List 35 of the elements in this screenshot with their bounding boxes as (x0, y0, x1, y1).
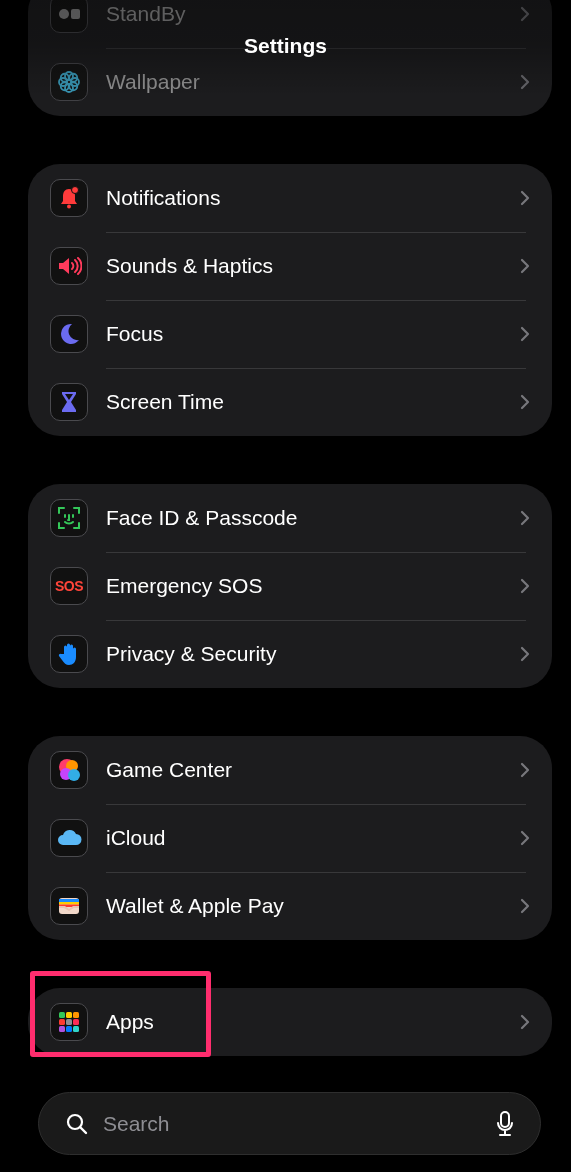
search-icon (65, 1111, 89, 1136)
chevron-icon (520, 898, 530, 914)
chevron-icon (520, 6, 530, 22)
sos-icon: SOS (54, 578, 84, 594)
search-bar[interactable]: Search (38, 1092, 541, 1155)
settings-item[interactable]: Apps (106, 1010, 502, 1034)
chevron-icon (520, 578, 530, 594)
chevron-icon (520, 190, 530, 206)
chevron-icon (520, 74, 530, 90)
settings-item[interactable]: Focus (106, 322, 502, 346)
settings-item[interactable]: iCloud (106, 826, 502, 850)
flower-icon (56, 69, 82, 95)
settings-item[interactable]: Notifications (106, 186, 502, 210)
search-field[interactable]: Search (101, 1110, 484, 1137)
bubbles-icon (56, 757, 82, 783)
chevron-icon (520, 830, 530, 846)
microphone-icon (496, 1110, 514, 1137)
settings-item[interactable]: Screen Time (106, 390, 502, 414)
chevron-icon (520, 326, 530, 342)
settings-item[interactable]: Sounds & Haptics (106, 254, 502, 278)
settings-item[interactable]: Privacy & Security (106, 642, 502, 666)
app-grid-icon (56, 1009, 82, 1035)
face-scan-icon (56, 505, 82, 531)
chevron-icon (520, 646, 530, 662)
chevron-icon (520, 1014, 530, 1030)
settings-item[interactable]: Game Center (106, 758, 502, 782)
settings-item[interactable]: Emergency SOS (106, 574, 502, 598)
settings-item[interactable]: Wallet & Apple Pay (106, 894, 502, 918)
chevron-icon (520, 394, 530, 410)
settings-item[interactable]: Face ID & Passcode (106, 506, 502, 530)
chevron-icon (520, 510, 530, 526)
page-title: Settings (244, 34, 327, 58)
chevron-icon (520, 762, 530, 778)
chevron-icon (520, 258, 530, 274)
settings-item[interactable]: Wallpaper (106, 70, 502, 94)
